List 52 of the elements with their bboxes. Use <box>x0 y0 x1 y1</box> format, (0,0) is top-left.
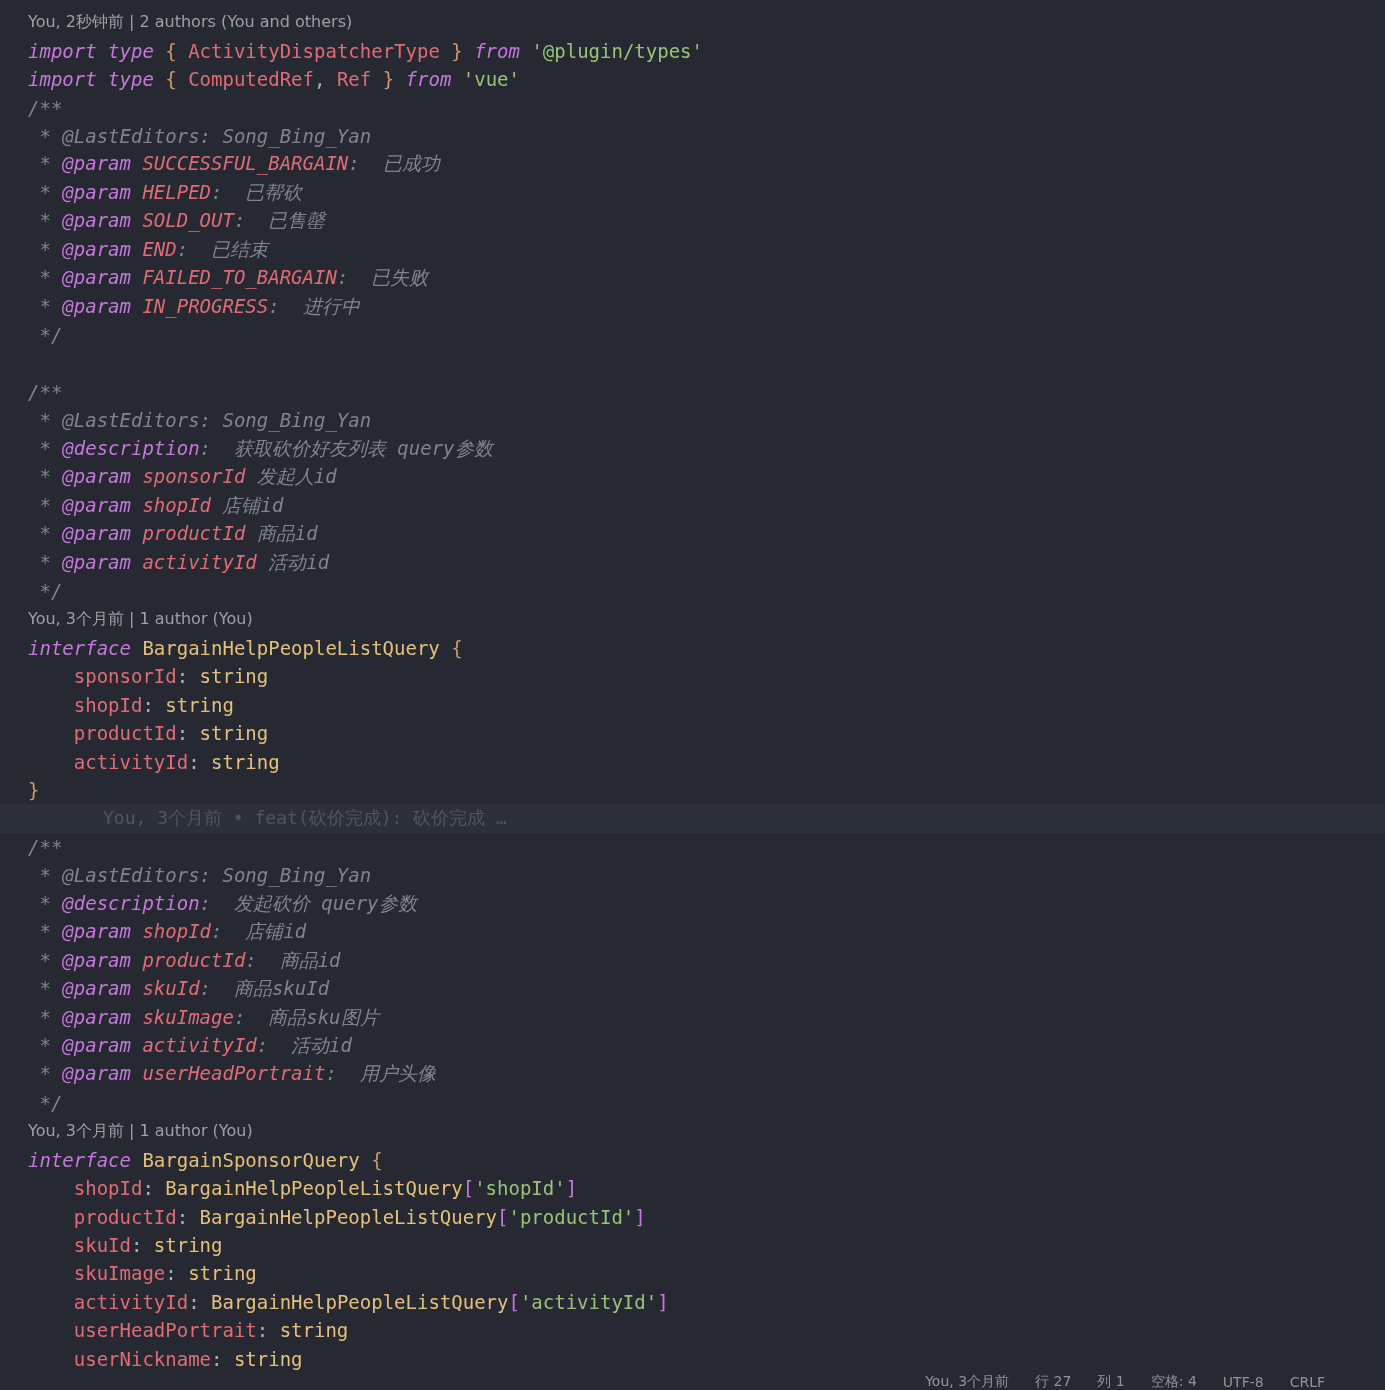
code-line: * @param SUCCESSFUL_BARGAIN: 已成功 <box>38 151 440 177</box>
code-line: */ <box>38 324 63 347</box>
code-line: * @param userHeadPortrait: 用户头像 <box>38 1061 436 1087</box>
code-line: shopId: string <box>72 693 234 716</box>
code-line: /** <box>28 380 63 403</box>
code-line: } <box>28 779 40 802</box>
code-line: shopId: BargainHelpPeopleListQuery['shopId'] <box>72 1177 578 1200</box>
status-item[interactable]: 行 27 <box>1035 1373 1072 1390</box>
code-line: * @param skuImage: 商品sku图片 <box>38 1004 379 1030</box>
code-line: import type { ActivityDispatcherType } from '@plugin/types' <box>28 39 703 62</box>
blame-annotation[interactable]: You, 3个月前 | 1 author (You) <box>28 608 253 630</box>
status-item[interactable]: 空格: 4 <box>1150 1373 1197 1390</box>
code-line: interface BargainHelpPeopleListQuery { <box>28 636 463 659</box>
code-line: activityId: BargainHelpPeopleListQuery['activityId'] <box>72 1290 669 1313</box>
code-line: */ <box>38 1091 63 1114</box>
code-line: * @param activityId 活动id <box>38 549 330 575</box>
code-line: * @param IN_PROGRESS: 进行中 <box>38 293 360 320</box>
code-line: /** <box>28 835 63 858</box>
status-item[interactable]: UTF-8 <box>1222 1374 1264 1390</box>
code-line: * @param activityId: 活动id <box>38 1032 352 1058</box>
code-line: */ <box>38 579 63 602</box>
blame-annotation[interactable]: You, 3个月前 | 1 author (You) <box>28 1120 253 1142</box>
code-line: userHeadPortrait: string <box>72 1319 349 1342</box>
code-line: /** <box>28 96 63 119</box>
code-line: productId: BargainHelpPeopleListQuery['productId'] <box>72 1205 646 1228</box>
code-line: * @param END: 已结束 <box>38 236 269 262</box>
code-line: * @LastEditors: Song_Bing_Yan <box>38 864 372 887</box>
code-line: * @param shopId: 店铺id <box>38 919 307 945</box>
code-line: * @LastEditors: Song_Bing_Yan <box>38 124 372 147</box>
code-line: * @description: 获取砍价好友列表 query参数 <box>38 435 493 461</box>
status-item[interactable]: 列 1 <box>1097 1373 1125 1390</box>
status-item[interactable]: You, 3个月前 <box>925 1373 1010 1390</box>
code-line: activityId: string <box>72 750 280 773</box>
code-line: interface BargainSponsorQuery { <box>28 1148 383 1171</box>
code-line: * @param sponsorId 发起人id <box>38 464 337 490</box>
code-line: * @param productId 商品id <box>38 521 318 547</box>
code-line: * @param productId: 商品id <box>38 947 341 973</box>
status-item[interactable]: CRLF <box>1289 1374 1325 1390</box>
code-line: * @param HELPED: 已帮砍 <box>38 179 303 205</box>
code-line: skuImage: string <box>72 1262 257 1285</box>
code-line: * @param skuId: 商品skuId <box>38 976 330 1002</box>
code-line: * @param FAILED_TO_BARGAIN: 已失败 <box>38 265 429 291</box>
code-line: * @param shopId 店铺id <box>38 492 284 518</box>
code-line: * @LastEditors: Song_Bing_Yan <box>38 409 372 432</box>
code-line: userNickname: string <box>72 1347 303 1370</box>
code-line: skuId: string <box>72 1234 223 1257</box>
code-line: productId: string <box>72 722 269 745</box>
code-line: sponsorId: string <box>72 665 269 688</box>
code-line: import type { ComputedRef, Ref } from 'vue' <box>28 68 520 91</box>
blame-annotation[interactable]: You, 2秒钟前 | 2 authors (You and others) <box>28 11 353 33</box>
code-line: * @description: 发起砍价 query参数 <box>38 890 417 916</box>
code-line: * @param SOLD_OUT: 已售罄 <box>38 208 326 234</box>
